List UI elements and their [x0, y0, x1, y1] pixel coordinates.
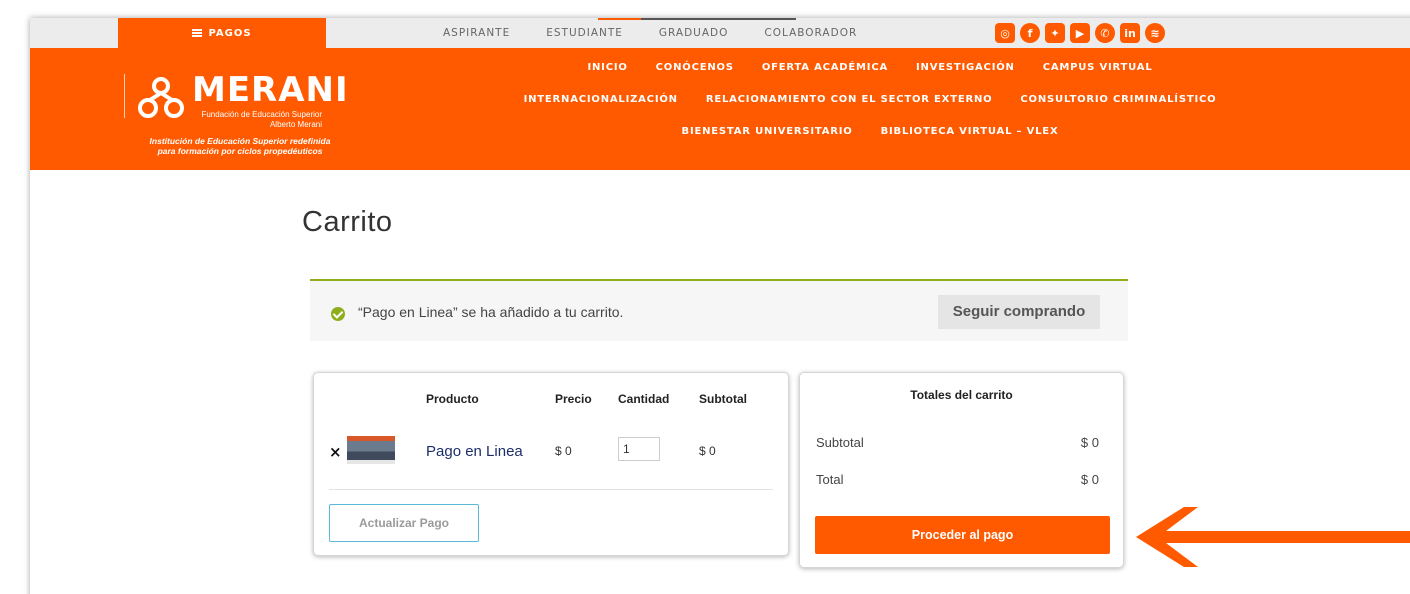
logo-subtitle-1: Fundación de Educación Superior [201, 110, 322, 119]
menu-icon [192, 29, 203, 37]
nav-bienestar[interactable]: BIENESTAR UNIVERSITARIO [668, 126, 867, 137]
header-subtotal: Subtotal [699, 392, 747, 406]
product-price: $ 0 [555, 444, 572, 458]
left-arrow-icon [1136, 507, 1410, 567]
link-graduado[interactable]: GRADUADO [640, 18, 796, 48]
nav-internacionalizacion[interactable]: INTERNACIONALIZACIÓN [510, 94, 692, 105]
quantity-input[interactable] [618, 437, 660, 461]
logo-brand: MERANI [192, 70, 349, 110]
check-circle-icon [331, 307, 345, 321]
nav-consultorio[interactable]: CONSULTORIO CRIMINALÍSTICO [1006, 94, 1230, 105]
logo-vertical-line [124, 74, 132, 118]
nav-row-2: INTERNACIONALIZACIÓN RELACIONAMIENTO CON… [460, 83, 1280, 115]
notice-message: “Pago en Linea” se ha añadido a tu carri… [358, 304, 624, 320]
logo-mark-icon [138, 77, 184, 118]
page-title: Carrito [302, 206, 393, 238]
product-thumbnail[interactable] [347, 436, 395, 464]
logo-subtitle-2: Alberto Merani [269, 120, 322, 129]
continue-shopping-button[interactable]: Seguir comprando [938, 295, 1100, 329]
remove-item-icon[interactable]: × [329, 443, 342, 461]
site-logo[interactable]: MERANI Fundación de Educación Superior A… [122, 70, 362, 160]
nav-inicio[interactable]: INICIO [573, 62, 641, 73]
header-product: Producto [426, 392, 479, 406]
nav-campus-virtual[interactable]: CAMPUS VIRTUAL [1029, 62, 1167, 73]
nav-biblioteca[interactable]: BIBLIOTECA VIRTUAL – VLEX [867, 126, 1073, 137]
pagos-tab[interactable]: PAGOS [118, 18, 326, 48]
proceed-to-checkout-button[interactable]: Proceder al pago [815, 516, 1110, 554]
youtube-icon[interactable]: ▶ [1070, 23, 1090, 43]
subtotal-label: Subtotal [816, 435, 864, 450]
nav-relacionamiento[interactable]: RELACIONAMIENTO CON EL SECTOR EXTERNO [692, 94, 1007, 105]
product-subtotal: $ 0 [699, 444, 716, 458]
header-quantity: Cantidad [618, 392, 670, 406]
update-cart-button[interactable]: Actualizar Pago [329, 504, 479, 542]
site-header: MERANI Fundación de Educación Superior A… [30, 48, 1410, 170]
link-colaborador[interactable]: COLABORADOR [746, 18, 875, 48]
total-value: $ 0 [1080, 472, 1099, 487]
divider [329, 489, 773, 490]
top-bar: PAGOS ASPIRANTE ESTUDIANTE GRADUADO COLA… [30, 18, 1410, 48]
subtotal-value: $ 0 [1080, 435, 1099, 450]
facebook-icon[interactable]: f [1020, 23, 1040, 43]
audience-links: ASPIRANTE ESTUDIANTE GRADUADO COLABORADO… [425, 18, 875, 48]
link-estudiante[interactable]: ESTUDIANTE [528, 18, 671, 48]
nav-conocenos[interactable]: CONÓCENOS [642, 62, 748, 73]
nav-row-3: BIENESTAR UNIVERSITARIO BIBLIOTECA VIRTU… [460, 115, 1280, 147]
tagline-line-1: Institución de Educación Superior redefi… [149, 136, 331, 146]
spotify-icon[interactable]: ≋ [1145, 23, 1165, 43]
link-aspirante[interactable]: ASPIRANTE [425, 18, 528, 48]
product-name-link[interactable]: Pago en Linea [426, 443, 523, 460]
tagline-line-2: para formación por ciclos propedéuticos [157, 146, 323, 156]
instagram-icon[interactable]: ◎ [995, 23, 1015, 43]
twitter-icon[interactable]: ✦ [1045, 23, 1065, 43]
nav-row-1: INICIO CONÓCENOS OFERTA ACADÉMICA INVEST… [460, 51, 1280, 83]
total-label: Total [816, 472, 844, 487]
cart-table: Producto Precio Cantidad Subtotal × Pago… [313, 372, 789, 556]
pagos-label: PAGOS [208, 27, 252, 39]
logo-tagline: Institución de Educación Superior redefi… [120, 136, 360, 156]
header-price: Precio [555, 392, 592, 406]
totals-heading: Totales del carrito [910, 388, 1013, 402]
linkedin-icon[interactable]: in [1120, 23, 1140, 43]
nav-investigacion[interactable]: INVESTIGACIÓN [902, 62, 1029, 73]
cart-notice: “Pago en Linea” se ha añadido a tu carri… [310, 279, 1128, 341]
whatsapp-icon[interactable]: ✆ [1095, 23, 1115, 43]
nav-oferta-academica[interactable]: OFERTA ACADÉMICA [748, 62, 902, 73]
social-links: ◎ f ✦ ▶ ✆ in ≋ [995, 23, 1165, 43]
main-nav: INICIO CONÓCENOS OFERTA ACADÉMICA INVEST… [460, 48, 1280, 147]
cart-totals: Totales del carrito Subtotal $ 0 Total $… [799, 372, 1124, 568]
